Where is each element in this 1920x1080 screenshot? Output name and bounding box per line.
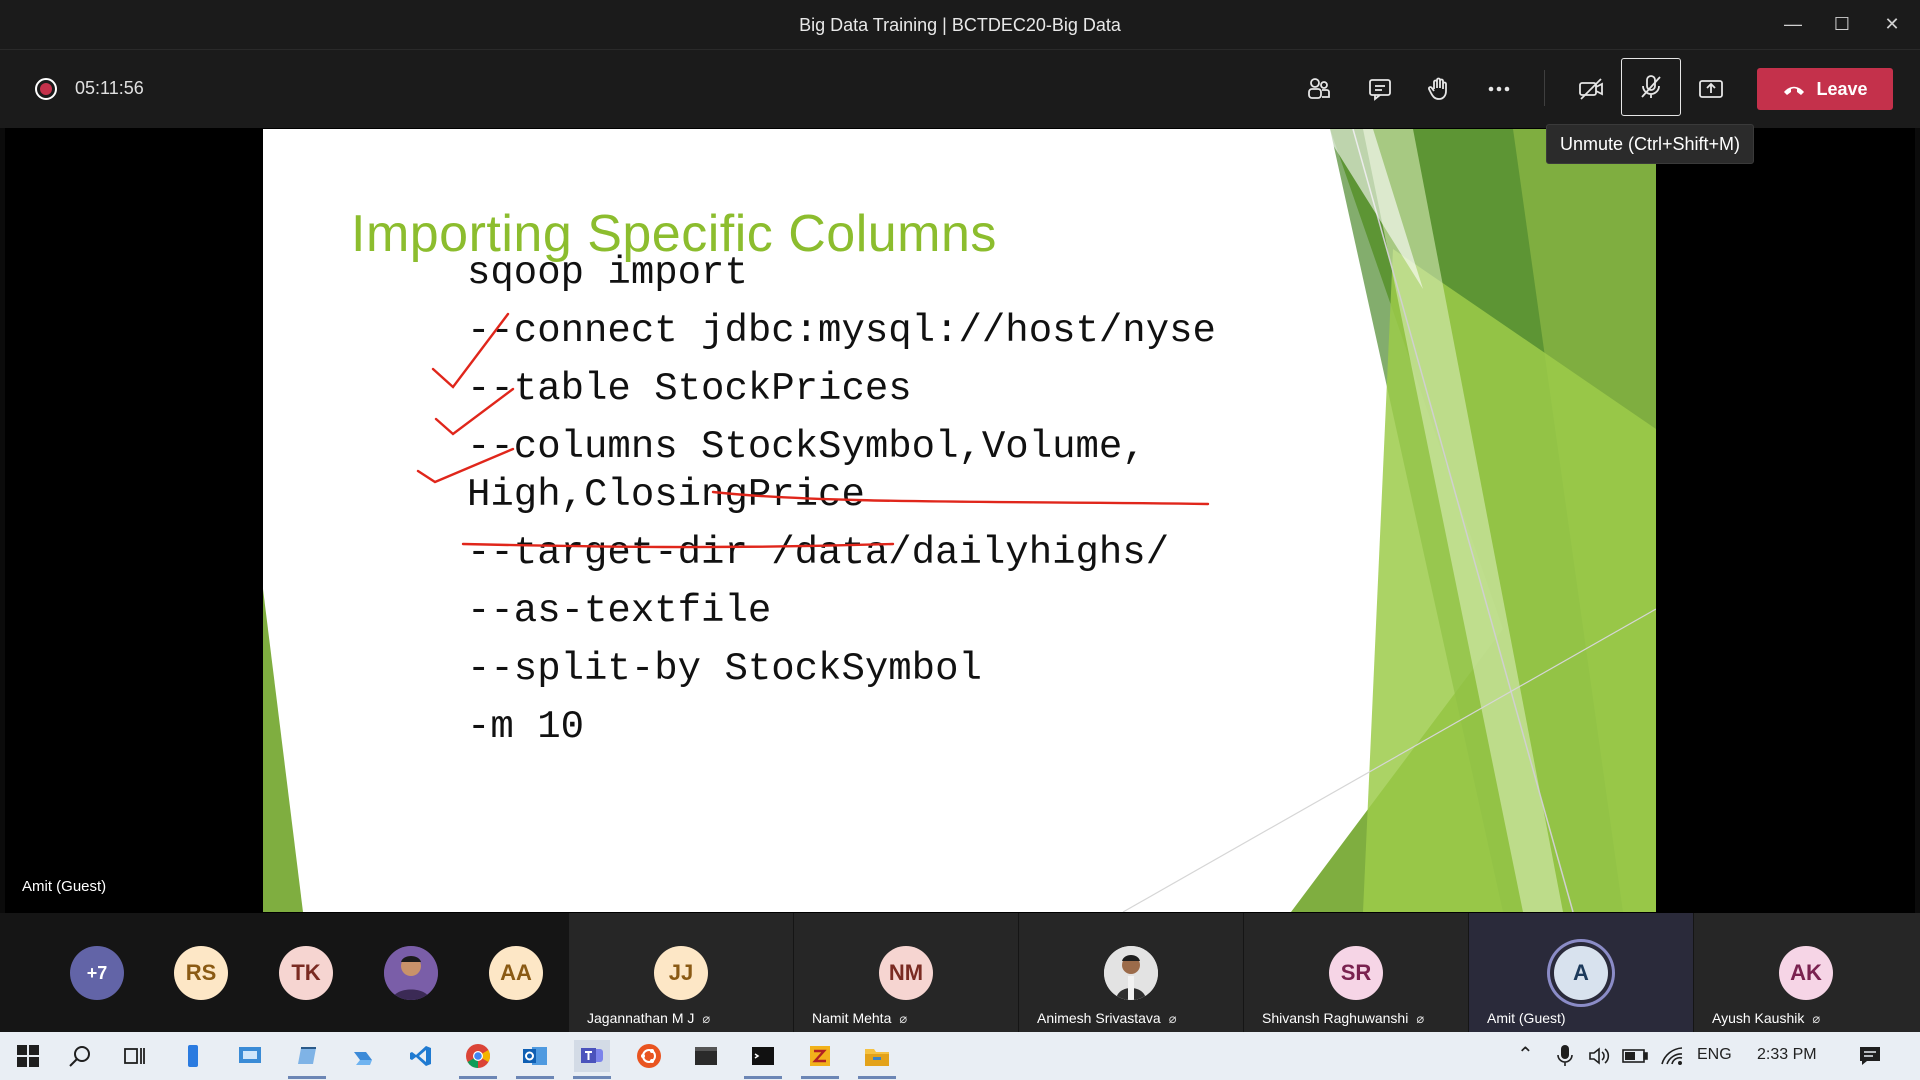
avatar: SR bbox=[1329, 946, 1383, 1000]
running-indicator bbox=[744, 1076, 782, 1079]
shared-slide: Importing Specific Columns sqoop import … bbox=[263, 129, 1656, 912]
running-indicator bbox=[573, 1076, 611, 1079]
window-title: Big Data Training | BCTDEC20-Big Data bbox=[799, 15, 1121, 35]
participant-name-row: Namit Mehta ⌀ bbox=[812, 1010, 907, 1027]
avatar: A bbox=[1554, 946, 1608, 1000]
minimize-icon[interactable]: — bbox=[1773, 8, 1813, 40]
task-view-icon[interactable] bbox=[116, 1040, 152, 1072]
mic-off-icon[interactable] bbox=[1621, 58, 1681, 116]
participant-tile-active[interactable]: A Amit (Guest) bbox=[1469, 913, 1693, 1032]
close-icon[interactable]: ✕ bbox=[1872, 8, 1912, 40]
maximize-icon[interactable]: ☐ bbox=[1822, 8, 1862, 40]
raise-hand-icon[interactable] bbox=[1416, 68, 1462, 110]
avatar[interactable]: AA bbox=[489, 946, 543, 1000]
participant-strip: +7 RS TK AA JJ Jagannathan M J ⌀ NM Namit… bbox=[0, 913, 1920, 1032]
avatar: NM bbox=[879, 946, 933, 1000]
mic-off-icon: ⌀ bbox=[1168, 1011, 1177, 1026]
participant-name: Namit Mehta bbox=[812, 1010, 892, 1026]
running-indicator bbox=[858, 1076, 896, 1079]
filezilla-icon[interactable] bbox=[802, 1040, 838, 1072]
avatar-photo[interactable] bbox=[384, 946, 438, 1000]
pen-annotations bbox=[416, 312, 1210, 549]
os-taskbar: ⌃ ENG 2:33 PM bbox=[0, 1032, 1920, 1080]
title-bar: Big Data Training | BCTDEC20-Big Data — … bbox=[0, 0, 1920, 50]
outlook-icon[interactable] bbox=[517, 1040, 553, 1072]
battery-icon[interactable] bbox=[1617, 1040, 1653, 1072]
chevron-up-icon[interactable]: ⌃ bbox=[1517, 1042, 1534, 1067]
person-photo-icon bbox=[384, 946, 438, 1000]
overflow-participants-button[interactable]: +7 bbox=[70, 946, 124, 1000]
remote-desktop-icon[interactable] bbox=[232, 1040, 268, 1072]
leave-button[interactable]: Leave bbox=[1757, 68, 1893, 110]
participant-name: Amit (Guest) bbox=[1487, 1010, 1566, 1026]
ubuntu-icon[interactable] bbox=[631, 1040, 667, 1072]
participant-name: Jagannathan M J bbox=[587, 1010, 695, 1026]
avatar[interactable]: RS bbox=[174, 946, 228, 1000]
participant-tile[interactable]: Animesh Srivastava ⌀ bbox=[1019, 913, 1243, 1032]
wifi-icon[interactable] bbox=[1654, 1040, 1690, 1072]
mic-off-icon: ⌀ bbox=[702, 1011, 711, 1026]
clock[interactable]: 2:33 PM bbox=[1757, 1046, 1817, 1064]
more-icon[interactable] bbox=[1476, 68, 1522, 110]
running-indicator bbox=[288, 1076, 326, 1079]
presenter-name: Amit (Guest) bbox=[22, 878, 107, 895]
vscode-icon[interactable] bbox=[403, 1040, 439, 1072]
search-icon[interactable] bbox=[62, 1040, 98, 1072]
mic-off-icon: ⌀ bbox=[899, 1011, 908, 1026]
participant-tile[interactable]: JJ Jagannathan M J ⌀ bbox=[569, 913, 793, 1032]
running-indicator bbox=[516, 1076, 554, 1079]
terminal-icon[interactable] bbox=[688, 1040, 724, 1072]
participant-name: Shivansh Raghuwanshi bbox=[1262, 1010, 1409, 1026]
camera-off-icon[interactable] bbox=[1568, 68, 1614, 110]
mic-off-icon: ⌀ bbox=[1812, 1011, 1821, 1026]
participants-icon[interactable] bbox=[1296, 68, 1342, 110]
participant-name-row: Shivansh Raghuwanshi ⌀ bbox=[1262, 1010, 1424, 1027]
avatar[interactable]: TK bbox=[279, 946, 333, 1000]
phone-hangup-icon bbox=[1784, 86, 1805, 95]
teams-icon[interactable] bbox=[574, 1040, 610, 1072]
volume-icon[interactable] bbox=[1581, 1040, 1617, 1072]
meeting-toolbar: 05:11:56 Leave bbox=[0, 50, 1920, 128]
recording-icon bbox=[35, 78, 57, 100]
avatar: AK bbox=[1779, 946, 1833, 1000]
microphone-icon[interactable] bbox=[1547, 1040, 1583, 1072]
participant-name: Animesh Srivastava bbox=[1037, 1010, 1161, 1026]
leave-label: Leave bbox=[1816, 78, 1868, 99]
notification-icon[interactable] bbox=[1852, 1040, 1888, 1072]
person-photo-icon bbox=[1104, 946, 1158, 1000]
cmd-icon[interactable] bbox=[745, 1040, 781, 1072]
share-icon[interactable] bbox=[1688, 68, 1734, 110]
participant-name-row: Animesh Srivastava ⌀ bbox=[1037, 1010, 1177, 1027]
chrome-icon[interactable] bbox=[460, 1040, 496, 1072]
mic-tooltip: Unmute (Ctrl+Shift+M) bbox=[1546, 124, 1754, 164]
windows-start-icon[interactable] bbox=[10, 1040, 46, 1072]
notepad-icon[interactable] bbox=[289, 1040, 325, 1072]
language-indicator[interactable]: ENG bbox=[1697, 1046, 1732, 1064]
avatar: JJ bbox=[654, 946, 708, 1000]
running-indicator bbox=[459, 1076, 497, 1079]
phone-link-icon[interactable] bbox=[175, 1040, 211, 1072]
mic-off-icon: ⌀ bbox=[1416, 1011, 1425, 1026]
file-explorer-icon[interactable] bbox=[859, 1040, 895, 1072]
app-icon[interactable] bbox=[346, 1040, 382, 1072]
running-indicator bbox=[801, 1076, 839, 1079]
participant-name: Ayush Kaushik bbox=[1712, 1010, 1805, 1026]
participant-tile[interactable]: NM Namit Mehta ⌀ bbox=[794, 913, 1018, 1032]
chat-icon[interactable] bbox=[1357, 68, 1403, 110]
avatar-photo bbox=[1104, 946, 1158, 1000]
toolbar-divider bbox=[1544, 70, 1545, 106]
participant-name-row: Ayush Kaushik ⌀ bbox=[1712, 1010, 1820, 1027]
participant-tile[interactable]: SR Shivansh Raghuwanshi ⌀ bbox=[1244, 913, 1468, 1032]
meeting-timer: 05:11:56 bbox=[75, 78, 144, 98]
participant-name-row: Jagannathan M J ⌀ bbox=[587, 1010, 710, 1027]
participant-tile[interactable]: AK Ayush Kaushik ⌀ bbox=[1694, 913, 1920, 1032]
